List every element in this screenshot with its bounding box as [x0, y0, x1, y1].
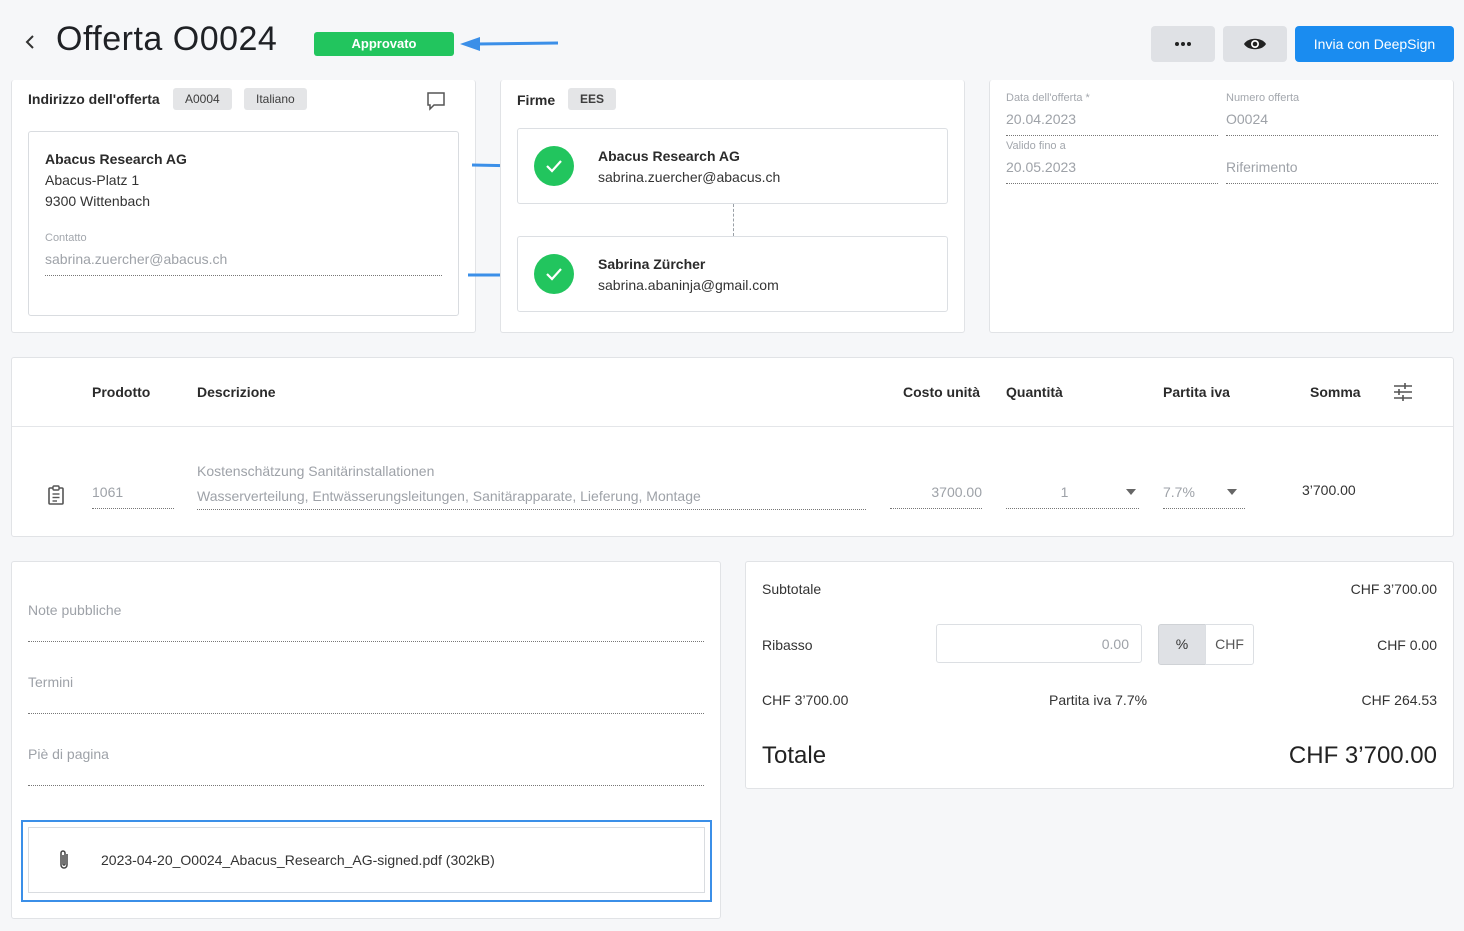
offer-date-field[interactable]: 20.04.2023	[1006, 111, 1218, 136]
offer-number-label: Numero offerta	[1226, 92, 1300, 104]
annotation-arrow-icon	[460, 37, 559, 51]
offer-number-field[interactable]: O0024	[1226, 111, 1438, 136]
signatures-heading: Firme	[517, 92, 556, 108]
address-city: 9300 Wittenbach	[45, 193, 151, 209]
column-header-sum: Somma	[1310, 384, 1361, 400]
total-label: Totale	[762, 742, 827, 769]
row-sum: 3’700.00	[1302, 482, 1356, 498]
subtotal-label: Subtotale	[762, 581, 822, 597]
signature-item[interactable]	[517, 236, 948, 312]
unit-cost-field[interactable]: 3700.00	[890, 484, 982, 509]
product-description-field[interactable]: Wasserverteilung, Entwässerungsleitungen…	[197, 488, 866, 510]
signature-type-chip: EES	[568, 88, 617, 110]
contact-label: Contatto	[45, 232, 87, 244]
column-header-product: Prodotto	[92, 384, 151, 400]
vat-select[interactable]: 7.7%	[1163, 484, 1245, 509]
table-settings-button[interactable]	[1392, 382, 1414, 407]
chevron-down-icon	[1126, 489, 1136, 495]
attachment-filename[interactable]: 2023-04-20_O0024_Abacus_Research_AG-sign…	[101, 852, 495, 868]
comment-icon	[427, 92, 445, 111]
signer-name: Sabrina Zürcher	[598, 256, 706, 272]
check-icon	[534, 254, 574, 294]
clipboard-icon	[48, 485, 64, 505]
paperclip-icon	[60, 850, 68, 869]
vat-base: CHF 3’700.00	[762, 692, 849, 708]
signer-email: sabrina.zuercher@abacus.ch	[598, 169, 781, 185]
discount-input[interactable]: 0.00	[936, 624, 1142, 663]
valid-until-field[interactable]: 20.05.2023	[1006, 159, 1218, 184]
signer-email: sabrina.abaninja@gmail.com	[598, 277, 779, 293]
more-icon	[1175, 42, 1191, 46]
preview-button[interactable]	[1223, 26, 1287, 62]
quantity-value: 1	[1060, 484, 1069, 500]
more-options-button[interactable]	[1151, 26, 1215, 62]
signature-item[interactable]	[517, 128, 948, 204]
footer-field[interactable]: Piè di pagina	[28, 746, 704, 786]
address-code-chip: A0004	[173, 88, 232, 110]
discount-chf-toggle[interactable]: CHF	[1205, 624, 1254, 665]
row-clipboard-button[interactable]	[45, 484, 67, 511]
check-icon	[534, 146, 574, 186]
vat-value: 7.7%	[1163, 484, 1195, 500]
vat-value: CHF 264.53	[1361, 692, 1437, 708]
product-title[interactable]: Kostenschätzung Sanitärinstallationen	[197, 463, 434, 479]
public-notes-field[interactable]: Note pubbliche	[28, 602, 704, 642]
valid-until-label: Valido fino a	[1006, 140, 1066, 152]
back-button[interactable]	[20, 30, 40, 54]
table-divider	[12, 426, 1453, 427]
product-code-field[interactable]: 1061	[92, 484, 174, 509]
address-heading: Indirizzo dell'offerta	[28, 91, 160, 107]
column-header-quantity: Quantità	[1006, 384, 1063, 400]
reference-field[interactable]: Riferimento	[1226, 159, 1438, 184]
terms-field[interactable]: Termini	[28, 674, 704, 714]
discount-percent-toggle[interactable]: %	[1158, 624, 1206, 665]
column-header-description: Descrizione	[197, 384, 276, 400]
column-header-unit-cost: Costo unità	[903, 384, 980, 400]
chevron-down-icon	[1227, 489, 1237, 495]
column-header-vat: Partita iva	[1163, 384, 1230, 400]
discount-label: Ribasso	[762, 637, 813, 653]
status-badge: Approvato	[314, 32, 454, 56]
signature-connector	[733, 204, 734, 236]
chevron-left-icon	[25, 35, 34, 49]
sliders-icon	[1394, 383, 1412, 401]
send-deepsign-button[interactable]: Invia con DeepSign	[1295, 26, 1454, 62]
eye-icon	[1244, 38, 1266, 50]
comment-button[interactable]	[425, 90, 447, 117]
offer-date-label: Data dell'offerta *	[1006, 92, 1090, 104]
total-value: CHF 3’700.00	[1288, 742, 1437, 769]
subtotal-value: CHF 3’700.00	[1350, 581, 1437, 597]
signer-name: Abacus Research AG	[598, 148, 740, 164]
discount-value: CHF 0.00	[1377, 637, 1437, 653]
vat-label: Partita iva 7.7%	[1049, 692, 1148, 708]
quantity-select[interactable]: 1	[1006, 484, 1139, 509]
contact-field[interactable]: sabrina.zuercher@abacus.ch	[45, 251, 442, 276]
page-title: Offerta O0024	[56, 20, 278, 58]
language-chip: Italiano	[244, 88, 307, 110]
address-company: Abacus Research AG	[45, 151, 187, 167]
address-street: Abacus-Platz 1	[45, 172, 140, 188]
